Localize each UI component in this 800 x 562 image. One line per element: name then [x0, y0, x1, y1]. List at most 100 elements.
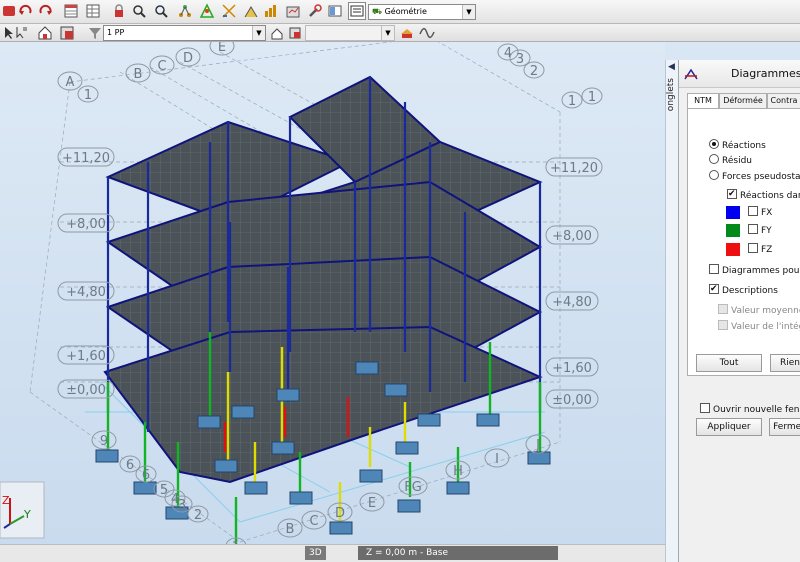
- tab-ntm[interactable]: NTM: [687, 93, 719, 109]
- sidetab[interactable]: ◀ onglets: [665, 60, 678, 562]
- pin-arrow-icon[interactable]: ◀: [668, 62, 675, 72]
- axis-letter-b-bottom: B: [286, 522, 295, 537]
- sidetab-label: onglets: [666, 78, 676, 112]
- panel-title: Diagrammes: [731, 67, 800, 80]
- house-small-icon[interactable]: [268, 24, 286, 41]
- option-valeur-integrale: Valeur de l'intégrale: [718, 320, 800, 332]
- option-descriptions[interactable]: Descriptions: [709, 284, 778, 296]
- axes-triad: Z Y: [0, 481, 45, 539]
- tab-contraintes[interactable]: Contra: [767, 93, 800, 109]
- axis-letter-d-bottom: D: [335, 506, 345, 521]
- level-label-right-1120: +11,20: [550, 161, 598, 176]
- diagrammes-pour-label: Diagrammes pour les: [722, 266, 800, 276]
- fz-checkbox[interactable]: [748, 243, 758, 253]
- undo-icon[interactable]: [0, 2, 18, 20]
- layout-combo-value: Géométrie: [384, 7, 427, 16]
- level-label-right-000: ±0,00: [552, 393, 592, 408]
- structure-drawing: A B C D E 1 1 1 2 3 4 +11,20 +8,00 +4,80…: [0, 42, 603, 544]
- reactions-dans-checkbox[interactable]: [727, 189, 737, 199]
- zoom-window-icon[interactable]: [152, 2, 170, 20]
- view-mode[interactable]: 3D: [305, 546, 326, 560]
- level-label-left-800: +8,00: [66, 217, 106, 232]
- wave-icon[interactable]: [418, 24, 436, 41]
- descriptions-checkbox[interactable]: [709, 284, 719, 294]
- fx-checkbox[interactable]: [748, 206, 758, 216]
- fermer-button[interactable]: Fermer: [769, 418, 800, 436]
- layout-icon[interactable]: [326, 2, 344, 20]
- view-icon[interactable]: [348, 2, 366, 20]
- reactions-label: Réactions: [722, 141, 766, 151]
- valeur-moyenne-checkbox: [718, 304, 728, 314]
- fz-color-swatch[interactable]: [726, 243, 740, 256]
- layout-combo[interactable]: ⛟ Géométrie ▼: [368, 4, 476, 20]
- residu-radio[interactable]: [709, 154, 719, 164]
- axis-letter-h-bottom: H: [453, 464, 463, 479]
- axis-letter-e: E: [218, 42, 226, 55]
- axis-letter-fg-bottom: FG: [404, 480, 422, 495]
- option-new-window[interactable]: Ouvrir nouvelle fenêtre: [700, 403, 800, 415]
- option-residu[interactable]: Résidu: [709, 154, 752, 166]
- valeur-integrale-checkbox: [718, 320, 728, 330]
- new-window-label: Ouvrir nouvelle fenêtre: [713, 405, 800, 415]
- spreadsheet-icon[interactable]: [62, 2, 80, 20]
- frame-small-icon[interactable]: [286, 24, 304, 41]
- axis-number-6b: 6: [142, 468, 150, 483]
- structure-icon[interactable]: [220, 2, 238, 20]
- undo-arrow-icon[interactable]: [17, 2, 35, 20]
- layout-combo-icon: ⛟: [372, 7, 385, 16]
- zoom-icon[interactable]: [130, 2, 148, 20]
- level-label-left-000: ±0,00: [66, 383, 106, 398]
- calculator-icon[interactable]: [242, 2, 260, 20]
- option-reactions[interactable]: Réactions: [709, 139, 766, 151]
- axis-z-label: Z: [2, 494, 10, 507]
- axis-y-label: Y: [23, 508, 31, 521]
- filter-icon[interactable]: [86, 24, 104, 41]
- axis-letter-j-bottom: J: [535, 438, 540, 453]
- frame-icon[interactable]: [58, 24, 76, 41]
- appliquer-button[interactable]: Appliquer: [696, 418, 762, 436]
- fy-checkbox[interactable]: [748, 224, 758, 234]
- reactions-radio[interactable]: [709, 139, 719, 149]
- axis-number-right-c: 2: [530, 64, 538, 79]
- graph-icon[interactable]: [262, 2, 280, 20]
- fz-label: FZ: [761, 245, 773, 255]
- status-bar: 3D Z = 0,00 m - Base: [0, 544, 665, 562]
- option-diagrammes-pour[interactable]: Diagrammes pour les: [709, 264, 800, 276]
- axis-letter-e-bottom: E: [368, 496, 376, 511]
- level-label-left-1120: +11,20: [62, 151, 110, 166]
- new-window-checkbox[interactable]: [700, 403, 710, 413]
- hierarchy-icon[interactable]: [176, 2, 194, 20]
- tab-deformee[interactable]: Déformée: [719, 93, 767, 109]
- option-fx[interactable]: FX: [748, 206, 772, 218]
- level-label-right-160: +1,60: [552, 361, 592, 376]
- option-reactions-dans[interactable]: Réactions dans: [727, 189, 800, 201]
- tools-icon[interactable]: [306, 2, 324, 20]
- level-labels-left: +11,20 +8,00 +4,80 +1,60 ±0,00: [57, 147, 115, 399]
- group-combo[interactable]: 1 PP ▼: [103, 25, 266, 41]
- display-combo[interactable]: ▼: [305, 25, 395, 41]
- axis-number-right-e: 4: [504, 46, 512, 61]
- forces-radio[interactable]: [709, 170, 719, 180]
- rien-button[interactable]: Rien: [770, 354, 800, 372]
- settings-icon[interactable]: [284, 2, 302, 20]
- option-fy[interactable]: FY: [748, 224, 772, 236]
- option-forces[interactable]: Forces pseudostatiques: [709, 170, 800, 182]
- display-icon[interactable]: [398, 24, 416, 41]
- table-icon[interactable]: [84, 2, 102, 20]
- fx-label: FX: [761, 208, 773, 218]
- model-icon[interactable]: [198, 2, 216, 20]
- axis-number-2: 2: [194, 508, 202, 523]
- select-icon[interactable]: [12, 24, 30, 41]
- 3d-viewport[interactable]: A B C D E 1 1 1 2 3 4 +11,20 +8,00 +4,80…: [0, 42, 665, 544]
- axis-letter-b: B: [134, 67, 143, 82]
- option-fz[interactable]: FZ: [748, 243, 772, 255]
- redo-arrow-icon[interactable]: [36, 2, 54, 20]
- house-icon[interactable]: [36, 24, 54, 41]
- diagrammes-pour-checkbox[interactable]: [709, 264, 719, 274]
- lock-icon[interactable]: [110, 2, 128, 20]
- z-level[interactable]: Z = 0,00 m - Base: [358, 546, 558, 560]
- tout-button[interactable]: Tout: [696, 354, 762, 372]
- fx-color-swatch[interactable]: [726, 206, 740, 219]
- fy-color-swatch[interactable]: [726, 224, 740, 237]
- axis-letter-a: A: [66, 75, 75, 90]
